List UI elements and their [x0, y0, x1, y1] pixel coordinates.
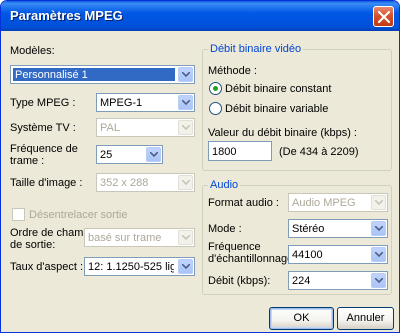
taille-image-label: Taille d'image : — [10, 177, 83, 189]
radio-variable-label: Débit binaire variable — [225, 103, 329, 115]
type-mpeg-value: MPEG-1 — [100, 97, 143, 109]
radio-selected-dot — [213, 86, 218, 91]
frequence-trame-value: 25 — [100, 149, 113, 161]
debit-audio-value: 224 — [292, 275, 311, 287]
format-audio-value: Audio MPEG — [292, 197, 356, 209]
dialog-content: Modèles: Personnalisé 1 Type MPEG : MPEG… — [4, 31, 396, 330]
chevron-down-icon[interactable] — [371, 195, 386, 210]
chevron-down-icon[interactable] — [146, 147, 161, 162]
taille-image-select[interactable]: 352 x 288 — [96, 173, 195, 192]
frequence-echantillonnage-value: 44100 — [292, 249, 323, 261]
mpeg-settings-dialog: Paramètres MPEG Modèles: Personnalisé 1 … — [0, 0, 400, 333]
modeles-select[interactable]: Personnalisé 1 — [10, 65, 195, 84]
chevron-down-icon[interactable] — [178, 67, 193, 82]
systeme-tv-select[interactable]: PAL — [96, 118, 195, 137]
ordre-champ-select[interactable]: basé sur trame — [84, 228, 195, 247]
format-audio-select[interactable]: Audio MPEG — [288, 193, 388, 212]
valeur-debit-range: (De 434 à 2209) — [279, 146, 359, 158]
type-mpeg-label: Type MPEG : — [10, 97, 76, 109]
desentrelacer-label: Désentrelacer sortie — [29, 209, 128, 221]
audio-group-title: Audio — [208, 179, 241, 191]
valeur-debit-value: 1800 — [212, 146, 237, 158]
mode-label: Mode : — [208, 223, 242, 235]
chevron-down-icon[interactable] — [178, 95, 193, 110]
chevron-down-icon[interactable] — [178, 259, 193, 274]
chevron-down-icon[interactable] — [371, 273, 386, 288]
frequence-trame-select[interactable]: 25 — [96, 145, 163, 164]
mode-value: Stéréo — [292, 223, 325, 235]
chevron-down-icon[interactable] — [178, 230, 193, 245]
methode-label: Méthode : — [208, 65, 257, 77]
cancel-button[interactable]: Annuler — [337, 307, 394, 330]
ordre-champ-value: basé sur trame — [88, 232, 162, 244]
radio-constant[interactable] — [209, 82, 222, 95]
taux-aspect-label: Taux d'aspect : — [10, 261, 84, 273]
frequence-echantillonnage-label-line2: d'échantillonnage : — [208, 253, 300, 265]
taux-aspect-value: 12: 1.1250-525 lign — [88, 261, 174, 273]
radio-constant-label: Débit binaire constant — [225, 83, 332, 95]
modeles-value: Personnalisé 1 — [13, 68, 175, 81]
chevron-down-icon[interactable] — [178, 175, 193, 190]
taille-image-value: 352 x 288 — [100, 177, 149, 189]
frequence-trame-label-line1: Fréquence de — [10, 143, 78, 155]
taux-aspect-select[interactable]: 12: 1.1250-525 lign — [84, 257, 195, 276]
ordre-champ-label-line1: Ordre de champ — [10, 227, 90, 239]
video-bitrate-group-title: Débit binaire vidéo — [208, 43, 304, 55]
chevron-down-icon[interactable] — [178, 120, 193, 135]
valeur-debit-input[interactable]: 1800 — [208, 141, 272, 161]
title-bar[interactable]: Paramètres MPEG — [1, 1, 399, 31]
valeur-debit-label: Valeur du débit binaire (kbps) : — [208, 127, 357, 139]
debit-audio-select[interactable]: 224 — [288, 271, 388, 290]
debit-audio-label: Débit (kbps): — [208, 275, 271, 287]
radio-variable[interactable] — [209, 102, 222, 115]
systeme-tv-label: Système TV : — [10, 122, 76, 134]
window-title: Paramètres MPEG — [10, 8, 123, 23]
frequence-echantillonnage-select[interactable]: 44100 — [288, 245, 388, 264]
type-mpeg-select[interactable]: MPEG-1 — [96, 93, 195, 112]
systeme-tv-value: PAL — [100, 122, 120, 134]
format-audio-label: Format audio : — [208, 197, 279, 209]
ok-button[interactable]: OK — [269, 307, 334, 330]
frequence-echantillonnage-label-line1: Fréquence — [208, 241, 261, 253]
chevron-down-icon[interactable] — [371, 247, 386, 262]
ordre-champ-label-line2: de sortie: — [10, 239, 56, 251]
frequence-trame-label-line2: trame : — [10, 155, 45, 167]
modeles-label: Modèles: — [10, 45, 55, 57]
chevron-down-icon[interactable] — [371, 221, 386, 236]
close-button[interactable] — [373, 6, 394, 27]
close-x-icon — [378, 11, 390, 23]
desentrelacer-checkbox[interactable] — [12, 208, 25, 221]
mode-select[interactable]: Stéréo — [288, 219, 388, 238]
